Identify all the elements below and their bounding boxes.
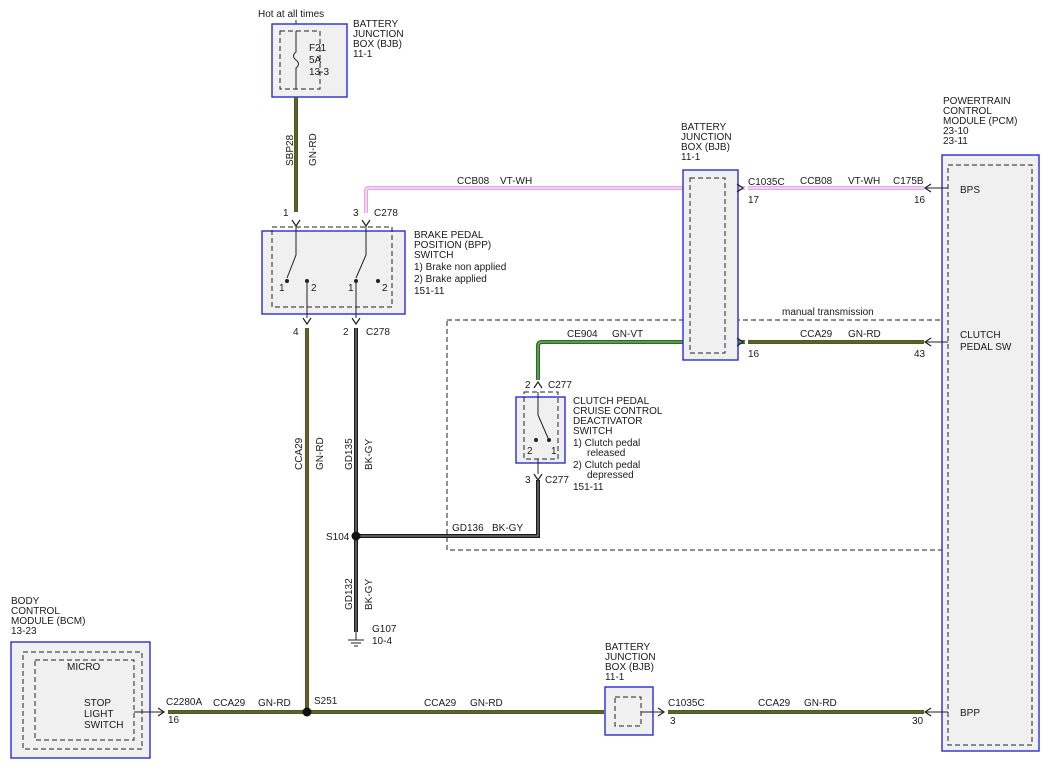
ground-g107-ref: 10-4	[372, 636, 392, 647]
bcm-title: BODY CONTROL MODULE (BCM) 13-23	[11, 596, 88, 637]
wire-cca29-bottom-mid-color: GN-RD	[470, 698, 503, 709]
splice-s104	[351, 531, 361, 541]
wire-cca29-clutch-color: GN-RD	[848, 329, 881, 340]
pin-2-bpp: 2	[343, 327, 349, 338]
wiring-diagram: Hot at all times F21 5A 13-3 BATTERY JUN…	[10, 9, 1040, 759]
connector-c278-bottom: C278	[366, 327, 390, 338]
bcm-micro-label: MICRO	[67, 662, 101, 673]
bpp-switch-box	[261, 230, 406, 315]
wire-gd136-color: BK-GY	[492, 523, 523, 534]
svg-text:1: 1	[551, 446, 557, 457]
pcm-box	[941, 154, 1040, 752]
wire-gd132-color: BK-GY	[364, 579, 375, 610]
svg-text:1: 1	[348, 283, 354, 294]
pin-3-bottom: 3	[670, 716, 676, 727]
pin-3-clutch: 3	[525, 475, 531, 486]
connector-c277-top: C277	[548, 380, 572, 391]
pin-16-bcm: 16	[168, 715, 180, 726]
wire-cca29-bottom-right-color: GN-RD	[804, 698, 837, 709]
wire-gd136-label: GD136	[452, 523, 484, 534]
ground-g107-label: G107	[372, 624, 397, 635]
wire-cca29-bottom-mid-label: CCA29	[424, 698, 457, 709]
pcm-bps-label: BPS	[960, 185, 980, 196]
svg-text:2: 2	[382, 283, 388, 294]
wire-sbp28-label: SBP28	[285, 134, 296, 166]
wire-cca29-vertical-label: CCA29	[294, 437, 305, 470]
fuse-amps: 5A	[309, 55, 322, 66]
fuse-ref: 13-3	[309, 67, 329, 78]
wire-ccb08-color: VT-WH	[500, 176, 532, 187]
connector-c175b: C175B	[893, 176, 924, 187]
pin-43: 43	[914, 349, 926, 360]
wire-cca29-bottom-left-label: CCA29	[213, 698, 246, 709]
svg-text:1: 1	[279, 283, 285, 294]
pin-4-bpp: 4	[293, 327, 299, 338]
wire-ce904-color: GN-VT	[612, 329, 643, 340]
bpp-switch-title: BRAKE PEDAL POSITION (BPP) SWITCH 1) Bra…	[414, 230, 509, 297]
pcm-bpp-label: BPP	[960, 708, 980, 719]
pin-17: 17	[748, 195, 760, 206]
connector-c2280a: C2280A	[166, 697, 202, 708]
pcm-title: POWERTRAIN CONTROL MODULE (PCM) 23-10 23…	[943, 96, 1020, 147]
splice-s104-label: S104	[326, 532, 350, 543]
bjb-bottom-box	[604, 686, 654, 736]
wire-cca29-clutch-label: CCA29	[800, 329, 833, 340]
connector-c277-bottom: C277	[545, 475, 569, 486]
bjb-mid-title: BATTERY JUNCTION BOX (BJB) 11-1	[681, 122, 734, 163]
svg-text:2: 2	[527, 446, 533, 457]
pin-16-mid: 16	[748, 349, 760, 360]
hot-at-all-times-label: Hot at all times	[258, 9, 324, 20]
wire-gd135-color: BK-GY	[364, 439, 375, 470]
bcm-box	[10, 641, 151, 759]
wire-cca29-bottom-right-label: CCA29	[758, 698, 791, 709]
bjb-mid-box	[682, 169, 739, 361]
clutch-switch-title: CLUTCH PEDAL CRUISE CONTROL DEACTIVATOR …	[573, 396, 665, 493]
wire-ce904-label: CE904	[567, 329, 598, 340]
connector-c278-top: C278	[374, 208, 398, 219]
wire-gd135-label: GD135	[344, 438, 355, 470]
fuse-id: F21	[309, 43, 327, 54]
wire-ccb08-pcm-label: CCB08	[800, 176, 833, 187]
pin-30: 30	[912, 716, 924, 727]
bjb-top-title: BATTERY JUNCTION BOX (BJB) 11-1	[353, 19, 406, 60]
connector-c1035c-bottom: C1035C	[668, 698, 705, 709]
pin-3-bpp: 3	[353, 208, 359, 219]
pin-1-bpp: 1	[283, 208, 289, 219]
wire-cca29-bottom-left-color: GN-RD	[258, 698, 291, 709]
bjb-bottom-title: BATTERY JUNCTION BOX (BJB) 11-1	[605, 642, 658, 683]
pin-16-pcm: 16	[914, 195, 926, 206]
wire-cca29-vertical-color: GN-RD	[315, 437, 326, 470]
pin-2-clutch: 2	[525, 380, 531, 391]
wire-ccb08-pcm-color: VT-WH	[848, 176, 880, 187]
wire-ccb08-label: CCB08	[457, 176, 490, 187]
manual-transmission-label: manual transmission	[782, 307, 874, 318]
svg-text:2: 2	[311, 283, 317, 294]
splice-s251-label: S251	[314, 696, 338, 707]
wire-sbp28-color: GN-RD	[308, 133, 319, 166]
splice-s251	[302, 707, 312, 717]
wire-gd132-label: GD132	[344, 578, 355, 610]
